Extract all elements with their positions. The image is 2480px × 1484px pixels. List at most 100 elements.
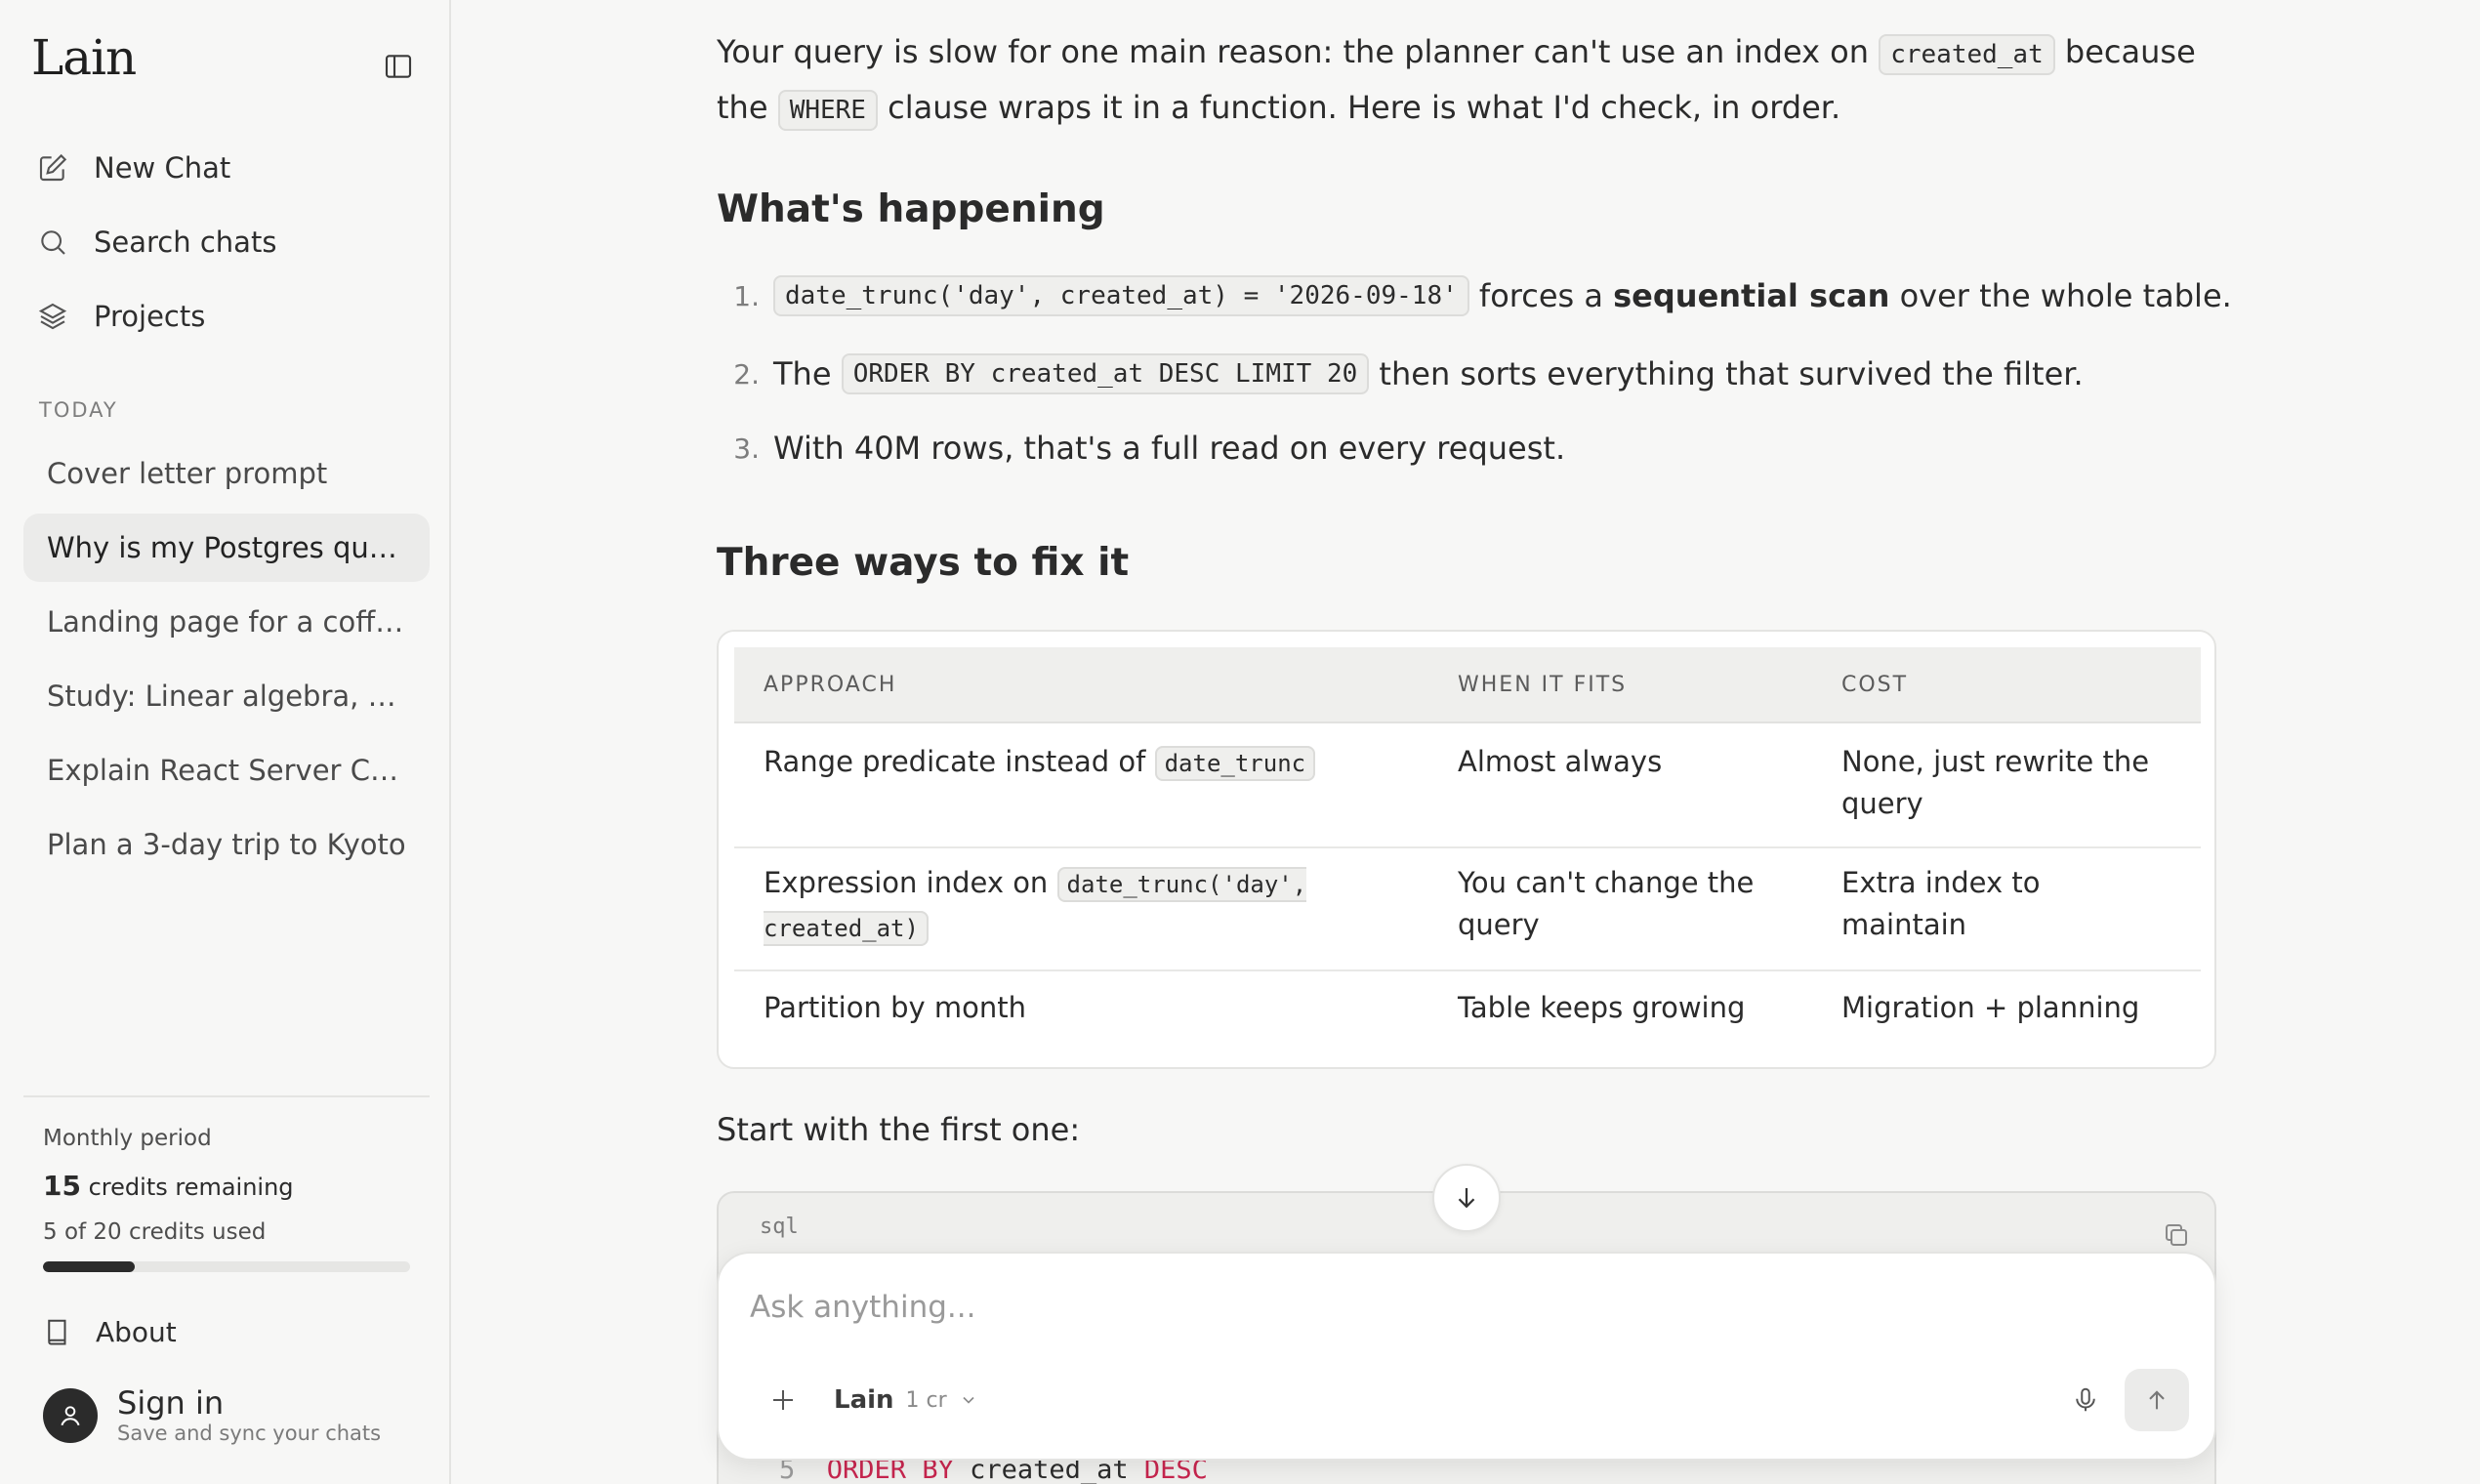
sidebar-divider [23,1095,430,1097]
column-header-when: WHEN IT FITS [1458,673,1628,697]
projects-button[interactable]: Projects [23,283,430,350]
sign-in-button[interactable]: Sign in Save and sync your chats [43,1384,381,1447]
table-cell-cost: Extra index to maintain [1841,866,2041,941]
user-icon [61,1406,80,1426]
microphone-icon [2076,1387,2095,1412]
list-text: then sorts everything that survived the … [1369,355,2084,392]
projects-label: Projects [94,300,206,333]
chat-item-label: Study: Linear algebra, week 3 [47,680,410,713]
arrow-up-icon [2149,1390,2165,1410]
sidebar: Lain New Chat Search chats Projects TODA… [0,0,451,1484]
search-chats-label: Search chats [94,226,277,259]
credits-remaining: 15 credits remaining [43,1170,294,1202]
cell-text: Expression index on [764,866,1057,899]
inline-code: date_trunc('day', created_at) = '2026-09… [773,275,1469,316]
inline-code: date_trunc [1154,746,1316,781]
section-label-today: TODAY [39,398,118,422]
credits-progress-fill [43,1261,135,1272]
sidebar-toggle-button[interactable] [379,47,418,86]
chevron-down-icon [963,1396,974,1404]
about-button[interactable]: About [43,1310,177,1353]
credits-remaining-text: credits remaining [88,1174,294,1201]
sign-in-title: Sign in [117,1384,225,1422]
comparison-table: APPROACH WHEN IT FITS COST Range predica… [717,630,2216,1069]
start-text: Start with the first one: [717,1111,1081,1148]
intro-text: Your query is slow for one main reason: … [717,33,1880,70]
new-chat-label: New Chat [94,151,231,185]
credits-progress-bar [43,1261,410,1272]
table-cell-when: Table keeps growing [1458,991,1746,1024]
list-number: 3. [733,432,760,465]
list-item: 2. The ORDER BY created_at DESC LIMIT 20… [717,353,2084,394]
inline-code: created_at [1879,34,2055,75]
voice-input-button[interactable] [2064,1379,2107,1422]
chat-main: Your query is slow for one main reason: … [453,0,2480,1484]
list-number: 1. [733,279,760,312]
chat-item[interactable]: Explain React Server Components [23,736,430,804]
list-text: The [773,355,842,392]
list-number: 2. [733,357,760,391]
table-cell-when: Almost always [1458,745,1663,778]
sidebar-toggle-icon [385,55,412,78]
chat-item-label: Cover letter prompt [47,457,328,490]
usage-period-label: Monthly period [43,1126,212,1151]
send-button[interactable] [2125,1369,2189,1431]
message-input[interactable] [750,1281,2117,1334]
table-row: Range predicate instead of date_trunc Al… [734,723,2201,848]
credits-used: 5 of 20 credits used [43,1219,267,1245]
model-selector[interactable]: Lain 1 cr [834,1381,978,1420]
search-chats-button[interactable]: Search chats [23,209,430,275]
copy-icon [2166,1224,2187,1246]
table-cell-approach: Partition by month [764,991,1026,1024]
layers-icon [38,303,67,330]
chat-item[interactable]: Plan a 3-day trip to Kyoto [23,810,430,879]
column-header-cost: COST [1841,673,1909,697]
avatar [43,1388,98,1443]
table-cell-cost: None, just rewrite the query [1841,745,2150,820]
list-text: over the whole table. [1889,277,2232,314]
intro-paragraph: Your query is slow for one main reason: … [717,25,2220,137]
table-cell-when: You can't change the query [1458,866,1755,941]
table-header: APPROACH WHEN IT FITS COST [734,647,2201,723]
table-row: Expression index on date_trunc('day', cr… [734,848,2201,971]
chat-item-label: Landing page for a coffee roaster [47,605,410,639]
table-cell-approach: Expression index on date_trunc('day', cr… [764,862,1310,950]
model-name: Lain [834,1385,894,1415]
column-header-approach: APPROACH [764,673,897,697]
book-icon [48,1319,66,1345]
inline-code: ORDER BY created_at DESC LIMIT 20 [841,353,1370,394]
table-row: Partition by month Table keeps growing M… [734,971,2201,1059]
chat-item-active[interactable]: Why is my Postgres query slow? [23,514,430,582]
list-bold-text: sequential scan [1613,277,1890,314]
arrow-down-icon [1458,1188,1475,1209]
plus-icon [773,1390,793,1410]
inline-code: WHERE [777,90,878,131]
chat-item[interactable]: Cover letter prompt [23,439,430,508]
credits-remaining-number: 15 [43,1170,81,1202]
list-text: With 40M rows, that's a full read on eve… [773,430,1566,467]
new-chat-button[interactable]: New Chat [23,135,430,201]
chat-item-label: Explain React Server Components [47,754,410,787]
app-logo[interactable]: Lain [31,29,137,86]
table-cell-approach: Range predicate instead of date_trunc [764,741,1408,785]
copy-code-button[interactable] [2162,1220,2191,1254]
code-language-label: sql [760,1215,799,1239]
model-cost: 1 cr [905,1387,947,1413]
scroll-to-bottom-button[interactable] [1432,1164,1501,1232]
heading-three-ways: Three ways to fix it [717,541,1130,585]
attach-button[interactable] [762,1379,805,1422]
search-icon [41,230,65,255]
chat-item-label: Plan a 3-day trip to Kyoto [47,828,406,861]
table-cell-cost: Migration + planning [1841,991,2140,1024]
chat-item[interactable]: Landing page for a coffee roaster [23,588,430,656]
composer: Lain 1 cr [717,1252,2216,1461]
chat-item[interactable]: Study: Linear algebra, week 3 [23,662,430,730]
cell-text: Range predicate instead of [764,745,1155,778]
list-item: 3. With 40M rows, that's a full read on … [717,430,1565,467]
list-text: forces a [1468,277,1614,314]
pencil-square-icon [39,153,67,182]
about-label: About [96,1315,177,1348]
chat-item-label: Why is my Postgres query slow? [47,531,410,564]
heading-whats-happening: What's happening [717,187,1105,231]
intro-text: clause wraps it in a function. Here is w… [877,89,1841,126]
